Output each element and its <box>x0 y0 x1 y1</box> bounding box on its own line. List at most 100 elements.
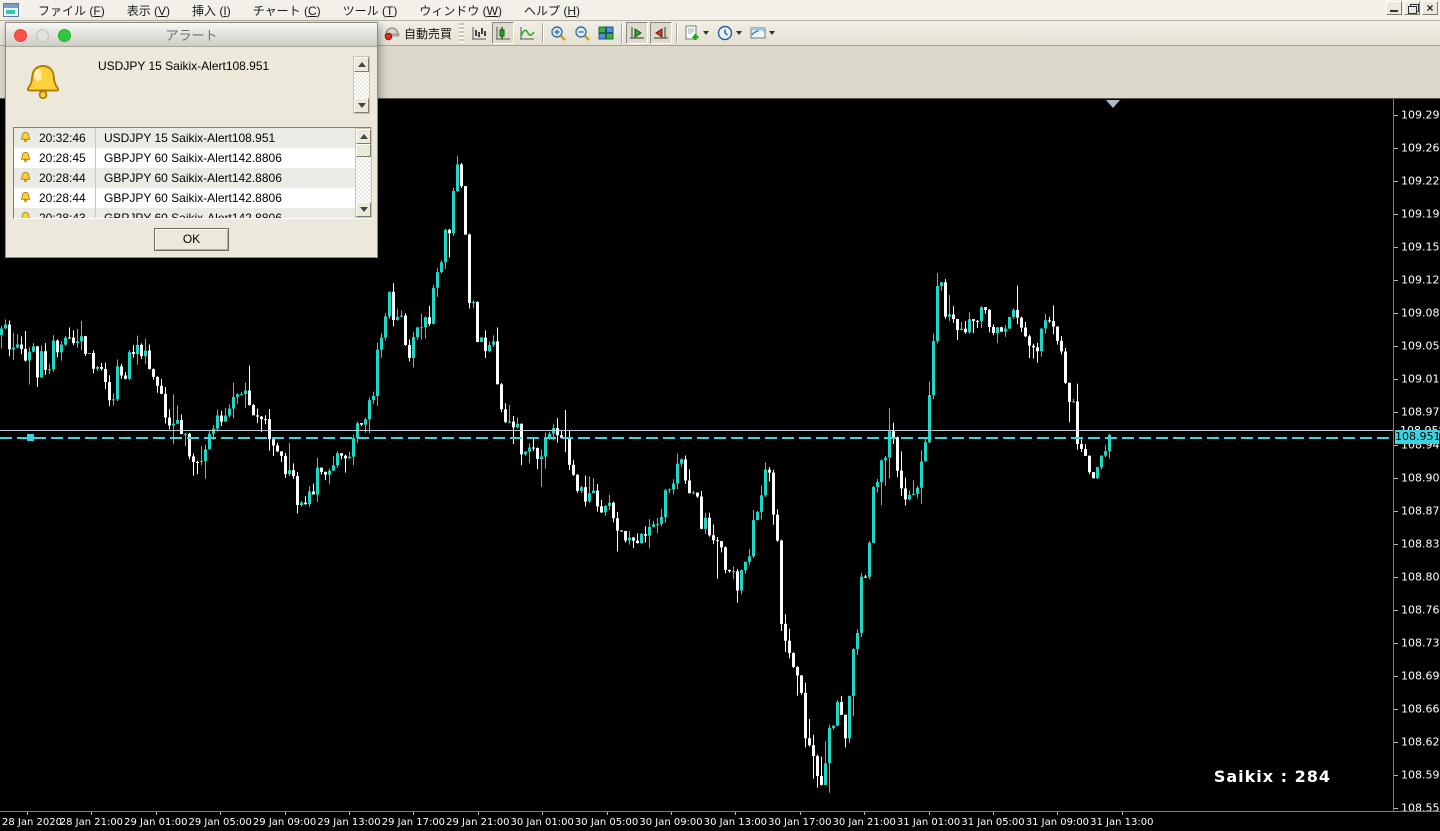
bar-chart-button[interactable] <box>468 22 490 44</box>
price-axis-tick <box>1394 610 1398 611</box>
toolbar-separator <box>621 23 622 43</box>
minimize-button[interactable] <box>1386 1 1402 15</box>
alert-list[interactable]: 20:32:46USDJPY 15 Saikix-Alert108.95120:… <box>13 127 372 219</box>
menu-item-t[interactable]: ツール (T) <box>332 0 409 21</box>
scroll-up-button[interactable] <box>354 57 369 72</box>
auto-scroll-button[interactable] <box>626 22 648 44</box>
alert-price-label: 108.951 <box>1395 430 1439 444</box>
price-axis-tick <box>1394 412 1398 413</box>
time-axis-label: 30 Jan 17:00 <box>768 817 831 828</box>
scroll-down-button[interactable] <box>354 98 369 113</box>
bell-icon <box>19 151 33 165</box>
arrow-down-icon <box>360 207 368 212</box>
price-axis-label: 108.660 <box>1401 703 1440 716</box>
chart-shift-marker[interactable] <box>1106 100 1120 108</box>
alert-row[interactable]: 20:28:45GBPJPY 60 Saikix-Alert142.8806 <box>14 148 371 168</box>
price-axis-label: 108.625 <box>1401 736 1440 749</box>
minimize-traffic-button[interactable] <box>36 29 49 42</box>
traffic-lights <box>14 29 71 42</box>
templates-button[interactable] <box>747 22 778 44</box>
alert-text: GBPJPY 60 Saikix-Alert142.8806 <box>95 188 371 208</box>
list-scroll-thumb[interactable] <box>356 144 371 157</box>
zoom-in-icon <box>550 25 566 41</box>
time-axis-tick <box>156 812 157 815</box>
time-axis-label: 29 Jan 21:00 <box>446 817 509 828</box>
alert-row[interactable]: 20:28:44GBPJPY 60 Saikix-Alert142.8806 <box>14 188 371 208</box>
candlestick-chart-button[interactable] <box>492 22 514 44</box>
templates-icon <box>750 25 766 41</box>
price-axis-label: 108.590 <box>1401 769 1440 782</box>
price-axis-tick <box>1394 511 1398 512</box>
alert-dialog-titlebar[interactable]: アラート <box>6 23 377 47</box>
arrow-up-icon <box>360 134 368 139</box>
arrow-down-icon <box>358 103 366 108</box>
price-axis-tick <box>1394 280 1398 281</box>
time-axis-label: 30 Jan 09:00 <box>639 817 702 828</box>
ok-button[interactable]: OK <box>154 228 229 251</box>
candlestick-chart-icon <box>495 25 511 41</box>
alert-row[interactable]: 20:28:43GBPJPY 60 Saikix-Alert142.8806 <box>14 208 371 219</box>
toolbar-grip <box>459 23 464 43</box>
price-axis-label: 109.120 <box>1401 274 1440 287</box>
chart-shift-button[interactable] <box>650 22 672 44</box>
alert-time: 20:28:44 <box>33 191 95 205</box>
menu-item-v[interactable]: 表示 (V) <box>116 0 181 21</box>
time-axis[interactable]: 28 Jan 202028 Jan 21:0029 Jan 01:0029 Ja… <box>0 811 1440 831</box>
menu-item-h[interactable]: ヘルプ (H) <box>513 0 591 21</box>
alert-time: 20:32:46 <box>33 131 95 145</box>
price-axis-tick <box>1394 379 1398 380</box>
time-axis-tick <box>91 812 92 815</box>
alert-row[interactable]: 20:28:44GBPJPY 60 Saikix-Alert142.8806 <box>14 168 371 188</box>
price-axis-tick <box>1394 577 1398 578</box>
menu-item-f[interactable]: ファイル (F) <box>27 0 116 21</box>
dialog-title: アラート <box>165 25 217 44</box>
price-axis-tick <box>1394 676 1398 677</box>
autotrading-button[interactable]: 自動売買 <box>381 22 455 44</box>
time-axis-tick <box>285 812 286 815</box>
time-axis-label: 28 Jan 21:00 <box>60 817 123 828</box>
list-scroll-down-button[interactable] <box>356 202 371 217</box>
chart-window-icon <box>3 3 19 17</box>
horizontal-line-solid[interactable] <box>0 430 1393 431</box>
time-axis-tick <box>800 812 801 815</box>
menu-item-i[interactable]: 挿入 (I) <box>181 0 242 21</box>
time-axis-label: 28 Jan 2020 <box>2 817 62 828</box>
window-controls <box>1386 1 1438 15</box>
menu-item-c[interactable]: チャート (C) <box>242 0 332 21</box>
alert-text: GBPJPY 60 Saikix-Alert142.8806 <box>95 208 371 219</box>
line-chart-button[interactable] <box>516 22 538 44</box>
bell-icon <box>19 211 33 219</box>
zoom-in-button[interactable] <box>547 22 569 44</box>
time-axis-tick <box>607 812 608 815</box>
zoom-traffic-button[interactable] <box>58 29 71 42</box>
price-axis-label: 109.010 <box>1401 373 1440 386</box>
close-traffic-button[interactable] <box>14 29 27 42</box>
price-axis-label: 109.085 <box>1401 307 1440 320</box>
alert-text: USDJPY 15 Saikix-Alert108.951 <box>95 128 371 148</box>
tile-windows-button[interactable] <box>595 22 617 44</box>
line-selection-handle[interactable] <box>27 434 34 441</box>
zoom-out-button[interactable] <box>571 22 593 44</box>
toolbar-separator <box>542 23 543 43</box>
indicators-button[interactable] <box>681 22 712 44</box>
price-axis-label: 109.260 <box>1401 142 1440 155</box>
time-axis-label: 31 Jan 09:00 <box>1026 817 1089 828</box>
price-axis-label: 108.835 <box>1401 538 1440 551</box>
message-scrollbar[interactable] <box>353 56 370 114</box>
price-axis-tick <box>1394 313 1398 314</box>
close-button[interactable] <box>1422 1 1438 15</box>
list-scroll-up-button[interactable] <box>356 129 371 144</box>
menu-item-w[interactable]: ウィンドウ (W) <box>408 0 513 21</box>
zoom-out-icon <box>574 25 590 41</box>
alert-horizontal-line[interactable] <box>0 437 1393 439</box>
alert-row[interactable]: 20:32:46USDJPY 15 Saikix-Alert108.951 <box>14 128 371 148</box>
alert-text: GBPJPY 60 Saikix-Alert142.8806 <box>95 168 371 188</box>
time-axis-label: 31 Jan 05:00 <box>961 817 1024 828</box>
price-axis[interactable]: 109.295109.260109.225109.190109.155109.1… <box>1393 99 1440 811</box>
list-scrollbar[interactable] <box>355 128 372 218</box>
restore-button[interactable] <box>1404 1 1420 15</box>
chevron-down-icon <box>736 31 742 35</box>
periods-button[interactable] <box>714 22 745 44</box>
price-axis-label: 108.695 <box>1401 670 1440 683</box>
line-chart-icon <box>519 25 535 41</box>
